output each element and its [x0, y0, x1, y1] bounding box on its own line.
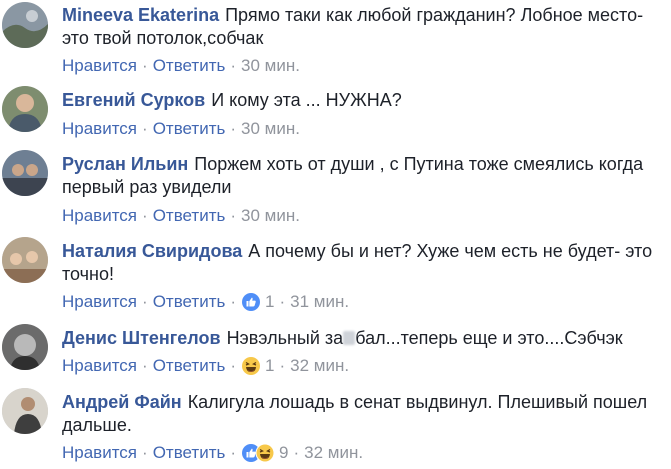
separator: ·	[230, 206, 237, 225]
avatar[interactable]	[2, 324, 48, 370]
separator: ·	[230, 292, 237, 311]
reactions[interactable]	[241, 292, 261, 312]
reply-link[interactable]: Ответить	[153, 355, 226, 377]
censor-blur	[343, 331, 356, 345]
avatar[interactable]	[2, 388, 48, 434]
reply-link[interactable]: Ответить	[153, 205, 226, 227]
separator: ·	[230, 56, 237, 75]
comment-body-end: бал...теперь еще и это....Сэбчэк	[355, 328, 623, 348]
comment-text: Руслан Ильин Поржем хоть от души , с Пути…	[62, 153, 663, 199]
separator: ·	[230, 443, 237, 462]
separator: ·	[293, 443, 300, 462]
reply-link[interactable]: Ответить	[153, 291, 226, 313]
separator: ·	[142, 206, 148, 225]
timestamp[interactable]: 30 мин.	[241, 118, 300, 140]
separator: ·	[230, 119, 237, 138]
like-link[interactable]: Нравится	[62, 442, 137, 464]
timestamp[interactable]: 32 мин.	[304, 442, 363, 464]
comment-text: Наталия Свиридова А почему бы и нет? Хуже…	[62, 240, 663, 286]
author-link[interactable]: Руслан Ильин	[62, 154, 188, 174]
comment-body-start: Нэвэльный за	[226, 328, 344, 348]
comment-body: Поржем хоть от души , с Путина тоже смея…	[194, 154, 644, 174]
comment-actions: Нравится · Ответить · 30 мин.	[62, 205, 300, 227]
separator: ·	[279, 292, 286, 311]
author-link[interactable]: Андрей Файн	[62, 392, 182, 412]
reaction-count[interactable]: 9	[279, 442, 288, 464]
reaction-count[interactable]: 1	[265, 355, 274, 377]
comment-text: Андрей Файн Калигула лошадь в сенат выдви…	[62, 391, 663, 437]
haha-reaction-icon	[255, 443, 275, 463]
like-link[interactable]: Нравится	[62, 355, 137, 377]
reaction-count[interactable]: 1	[265, 291, 274, 313]
comment-body: И кому эта ... НУЖНА?	[211, 90, 402, 110]
comment-actions: Нравится · Ответить · 1 · 31 мин.	[62, 291, 349, 313]
timestamp[interactable]: 32 мин.	[290, 355, 349, 377]
reply-link[interactable]: Ответить	[153, 442, 226, 464]
avatar[interactable]	[2, 150, 48, 196]
timestamp[interactable]: 30 мин.	[241, 205, 300, 227]
like-reaction-icon	[242, 293, 261, 311]
reactions[interactable]	[241, 443, 275, 463]
reactions[interactable]	[241, 356, 261, 376]
like-link[interactable]: Нравится	[62, 55, 137, 77]
separator: ·	[142, 119, 148, 138]
separator: ·	[142, 56, 148, 75]
author-link[interactable]: Евгений Сурков	[62, 90, 205, 110]
haha-reaction-icon	[242, 357, 261, 375]
separator: ·	[142, 356, 148, 375]
reply-link[interactable]: Ответить	[153, 55, 226, 77]
comment-actions: Нравится · Ответить · 30 мин.	[62, 55, 300, 77]
avatar[interactable]	[2, 2, 48, 48]
author-link[interactable]: Mineeva Ekaterina	[62, 5, 219, 25]
comment-body-line2: это твой потолок,собчак	[62, 28, 264, 48]
like-link[interactable]: Нравится	[62, 205, 137, 227]
reply-link[interactable]: Ответить	[153, 118, 226, 140]
timestamp[interactable]: 31 мин.	[290, 291, 349, 313]
comment-body: Прямо таки как любой гражданин? Лобное м…	[225, 5, 644, 25]
author-link[interactable]: Наталия Свиридова	[62, 241, 242, 261]
comment-actions: Нравится · Ответить · 1 · 32 мин.	[62, 355, 349, 377]
comment-body-line2: дальше.	[62, 415, 132, 435]
comment-actions: Нравится · Ответить · 9 · 32 мин.	[62, 442, 363, 464]
comment-body-line2: первый раз увидели	[62, 177, 232, 197]
comment-body: Нэвэльный за бал...теперь еще и это....Сэ…	[227, 328, 623, 348]
comment-text: Денис Штенгелов Нэвэльный за бал...теперь …	[62, 327, 663, 350]
separator: ·	[142, 292, 148, 311]
like-link[interactable]: Нравится	[62, 291, 137, 313]
comment-body: Калигула лошадь в сенат выдвинул. Плешив…	[187, 392, 648, 412]
comment-text: Mineeva Ekaterina Прямо таки как любой гр…	[62, 4, 663, 50]
avatar[interactable]	[2, 237, 48, 283]
timestamp[interactable]: 30 мин.	[241, 55, 300, 77]
like-link[interactable]: Нравится	[62, 118, 137, 140]
comment-text: Евгений Сурков И кому эта ... НУЖНА?	[62, 89, 663, 112]
author-link[interactable]: Денис Штенгелов	[62, 328, 221, 348]
comment-body-line2: точно!	[62, 264, 114, 284]
avatar[interactable]	[2, 86, 48, 132]
comment-body: А почему бы и нет? Хуже чем есть не буде…	[248, 241, 653, 261]
separator: ·	[142, 443, 148, 462]
comment-actions: Нравится · Ответить · 30 мин.	[62, 118, 300, 140]
separator: ·	[279, 356, 286, 375]
separator: ·	[230, 356, 237, 375]
